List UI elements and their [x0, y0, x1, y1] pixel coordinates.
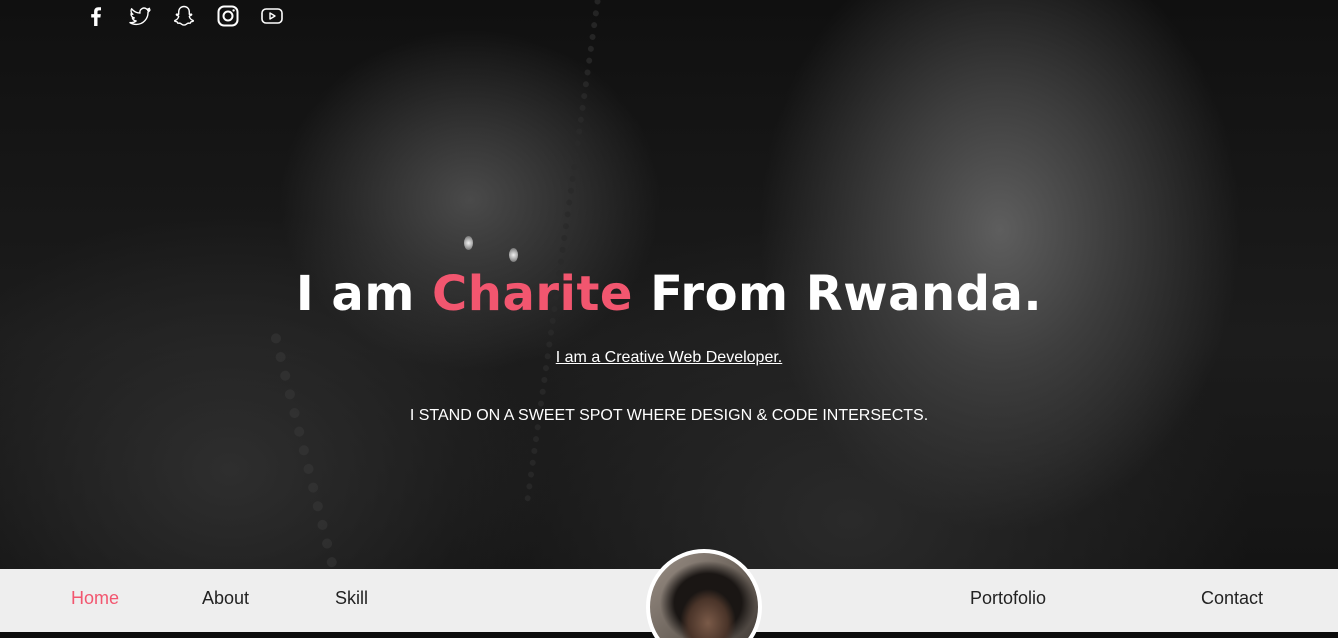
hero-background-photo [524, 0, 686, 514]
social-links [84, 4, 284, 28]
hero-section: I am Charite From Rwanda. I am a Creativ… [0, 0, 1338, 569]
hero-title: I am Charite From Rwanda. [0, 266, 1338, 322]
youtube-icon[interactable] [260, 4, 284, 28]
nav-about[interactable]: About [202, 588, 249, 609]
hero-tagline: I STAND ON A SWEET SPOT WHERE DESIGN & C… [409, 407, 929, 424]
twitter-icon[interactable] [128, 4, 152, 28]
hero-title-prefix: I am [295, 266, 433, 322]
facebook-icon[interactable] [84, 4, 108, 28]
hero-subtitle-link[interactable]: I am a Creative Web Developer. [0, 349, 1338, 367]
earring-decoration [464, 236, 473, 250]
nav-contact[interactable]: Contact [1201, 588, 1263, 609]
hero-title-suffix: From Rwanda. [632, 266, 1043, 322]
earring-decoration [509, 248, 518, 262]
instagram-icon[interactable] [216, 4, 240, 28]
nav-home[interactable]: Home [71, 588, 119, 609]
nav-skill[interactable]: Skill [335, 588, 368, 609]
snapchat-icon[interactable] [172, 4, 196, 28]
hero-title-name: Charite [432, 266, 633, 322]
nav-portfolio[interactable]: Portofolio [970, 588, 1046, 609]
